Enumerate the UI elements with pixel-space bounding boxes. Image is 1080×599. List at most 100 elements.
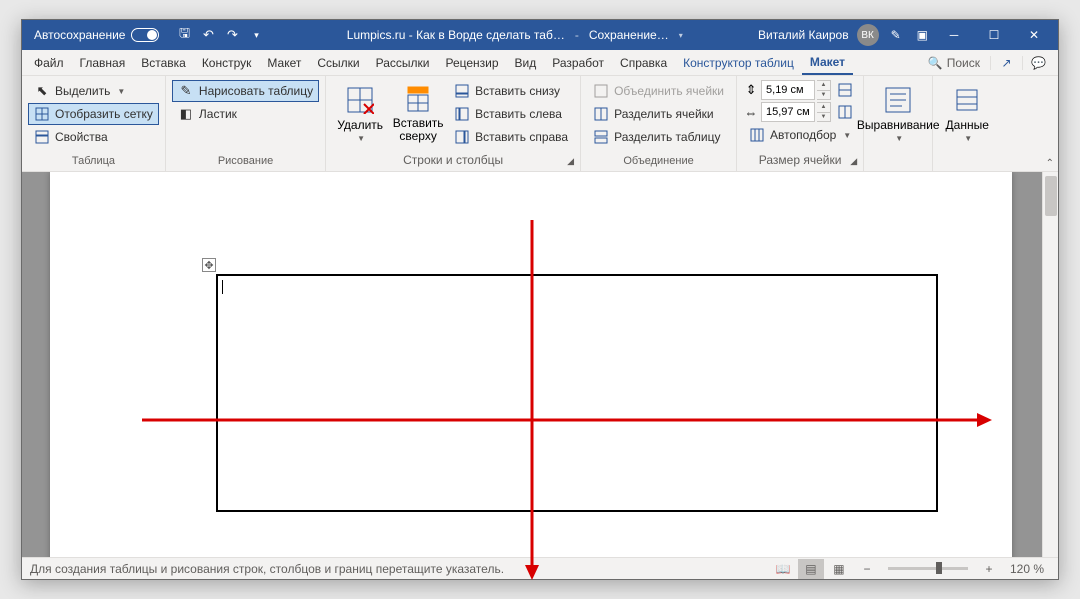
merge-cells-label: Объединить ячейки [614, 84, 724, 98]
read-mode-icon[interactable]: 📖 [770, 559, 796, 579]
zoom-out-button[interactable]: − [854, 559, 880, 579]
comments-button[interactable]: 💬 [1022, 56, 1054, 70]
tab-design[interactable]: Конструк [194, 50, 260, 75]
document-area[interactable]: ✥ [22, 172, 1058, 557]
save-icon[interactable]: 🖫 [173, 24, 195, 46]
distribute-rows-icon[interactable] [837, 82, 853, 98]
group-rows-cols: Удалить▼ Вставить сверху Вставить снизу … [326, 76, 581, 171]
search-placeholder: Поиск [947, 56, 980, 70]
insert-left-label: Вставить слева [475, 107, 562, 121]
insert-below-button[interactable]: Вставить снизу [448, 80, 574, 102]
tab-layout[interactable]: Макет [259, 50, 309, 75]
view-gridlines-button[interactable]: Отобразить сетку [28, 103, 159, 125]
dialog-launcher-icon[interactable]: ◢ [850, 156, 857, 167]
page[interactable]: ✥ [50, 172, 1012, 557]
print-layout-icon[interactable]: ▤ [798, 559, 824, 579]
redo-icon[interactable]: ↷ [221, 24, 243, 46]
data-button[interactable]: Данные▼ [939, 80, 995, 146]
qat-more-icon[interactable]: ▾ [245, 24, 267, 46]
chevron-down-icon: ▼ [964, 134, 972, 143]
insert-above-label: Вставить сверху [392, 117, 444, 143]
text-cursor [222, 280, 223, 294]
tab-mailings[interactable]: Рассылки [368, 50, 438, 75]
insert-right-button[interactable]: Вставить справа [448, 126, 574, 148]
tab-file[interactable]: Файл [26, 50, 72, 75]
close-button[interactable]: ✕ [1014, 20, 1054, 50]
tab-references[interactable]: Ссылки [309, 50, 367, 75]
scrollbar-thumb[interactable] [1045, 176, 1057, 216]
col-width-spinner[interactable]: ▲▼ [817, 102, 831, 122]
tab-help[interactable]: Справка [612, 50, 675, 75]
dialog-launcher-icon[interactable]: ◢ [567, 156, 574, 167]
chevron-down-icon: ▼ [357, 134, 365, 143]
group-alignment: Выравнивание▼ [864, 76, 933, 171]
titlebar: Автосохранение 🖫 ↶ ↷ ▾ Lumpics.ru - Как … [22, 20, 1058, 50]
zoom-slider-thumb[interactable] [936, 562, 942, 574]
view-gridlines-label: Отобразить сетку [55, 107, 153, 121]
delete-button[interactable]: Удалить▼ [332, 80, 388, 146]
draw-table-button[interactable]: ✎Нарисовать таблицу [172, 80, 319, 102]
word-window: Автосохранение 🖫 ↶ ↷ ▾ Lumpics.ru - Как … [21, 19, 1059, 580]
table-move-handle[interactable]: ✥ [202, 258, 216, 272]
col-width-icon: ⇔ [743, 104, 759, 120]
eraser-button[interactable]: ◧Ластик [172, 103, 319, 125]
alignment-button[interactable]: Выравнивание▼ [870, 80, 926, 146]
user-avatar[interactable]: ВК [857, 24, 879, 46]
tab-table-layout[interactable]: Макет [802, 50, 853, 75]
share-button[interactable]: ↗ [990, 56, 1022, 70]
user-area: Виталий Каиров ВК ✎ ▣ [756, 24, 934, 46]
tab-table-design[interactable]: Конструктор таблиц [675, 50, 802, 75]
maximize-button[interactable]: ☐ [974, 20, 1014, 50]
autosave-label: Автосохранение [34, 28, 125, 42]
group-draw-label: Рисование [170, 153, 321, 169]
insert-above-button[interactable]: Вставить сверху [390, 80, 446, 146]
select-button[interactable]: ⬉Выделить▼ [28, 80, 159, 102]
col-width-input[interactable]: 15,97 см [761, 102, 815, 122]
autofit-button[interactable]: Автоподбор ▼ [743, 124, 857, 146]
tab-view[interactable]: Вид [507, 50, 545, 75]
title-dropdown-icon[interactable]: ▾ [679, 31, 683, 40]
row-height-icon: ⇕ [743, 82, 759, 98]
drawn-table[interactable] [216, 274, 938, 512]
group-alignment-label [868, 165, 928, 169]
group-rows-cols-label: Строки и столбцы◢ [330, 151, 576, 169]
distribute-cols-icon[interactable] [837, 104, 853, 120]
merge-icon [593, 83, 609, 99]
pointer-icon: ⬉ [34, 83, 50, 99]
autofit-label: Автоподбор [770, 128, 836, 142]
chevron-down-icon: ▼ [843, 131, 851, 140]
row-height-spinner[interactable]: ▲▼ [817, 80, 831, 100]
autosave-toggle[interactable] [131, 28, 159, 42]
split-cells-button[interactable]: Разделить ячейки [587, 103, 730, 125]
tab-developer[interactable]: Разработ [544, 50, 612, 75]
drawing-mode-icon[interactable]: ✎ [887, 28, 905, 42]
pencil-table-icon: ✎ [178, 83, 194, 99]
chevron-down-icon: ▼ [895, 134, 903, 143]
zoom-slider[interactable] [888, 567, 968, 570]
insert-left-icon [454, 106, 470, 122]
collapse-ribbon-icon[interactable]: ⌃ [1046, 158, 1054, 169]
group-merge: Объединить ячейки Разделить ячейки Разде… [581, 76, 737, 171]
minimize-button[interactable]: ─ [934, 20, 974, 50]
insert-left-button[interactable]: Вставить слева [448, 103, 574, 125]
zoom-level[interactable]: 120 % [1004, 562, 1050, 576]
undo-icon[interactable]: ↶ [197, 24, 219, 46]
properties-button[interactable]: Свойства [28, 126, 159, 148]
tab-review[interactable]: Рецензир [437, 50, 506, 75]
search-box[interactable]: 🔍 Поиск [918, 56, 990, 70]
group-data: Данные▼ [933, 76, 1001, 171]
insert-right-icon [454, 129, 470, 145]
autosave-area: Автосохранение [26, 28, 167, 42]
web-layout-icon[interactable]: ▦ [826, 559, 852, 579]
ribbon-tabs: Файл Главная Вставка Конструк Макет Ссыл… [22, 50, 1058, 76]
split-table-button[interactable]: Разделить таблицу [587, 126, 730, 148]
group-cell-size-label: Размер ячейки◢ [741, 151, 859, 169]
vertical-scrollbar[interactable] [1042, 172, 1058, 557]
zoom-in-button[interactable]: + [976, 559, 1002, 579]
eraser-icon: ◧ [178, 106, 194, 122]
ribbon-display-icon[interactable]: ▣ [913, 28, 932, 42]
alignment-label: Выравнивание [857, 118, 940, 132]
tab-insert[interactable]: Вставка [133, 50, 194, 75]
tab-home[interactable]: Главная [72, 50, 134, 75]
row-height-input[interactable]: 5,19 см [761, 80, 815, 100]
